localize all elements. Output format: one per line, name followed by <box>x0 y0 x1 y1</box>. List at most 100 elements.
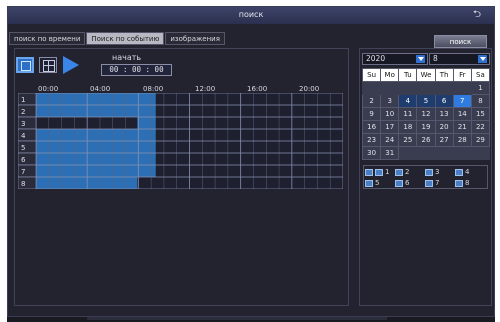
calendar-week: 9 10 11 12 13 14 15 <box>361 107 491 121</box>
calendar-empty <box>416 146 436 160</box>
checkbox-label: 4 <box>465 168 470 176</box>
channel-checkbox[interactable]: 3 <box>425 167 455 177</box>
calendar-day[interactable]: 25 <box>398 133 418 147</box>
title-bar: поиск ⮌ <box>8 7 494 24</box>
calendar-day[interactable]: 19 <box>416 120 436 134</box>
channel-number: 3 <box>21 120 25 128</box>
calendar-day[interactable]: 20 <box>434 120 454 134</box>
tab-images[interactable]: изображения <box>165 32 225 45</box>
calendar-day[interactable]: 31 <box>380 146 400 160</box>
calendar-day[interactable]: 7 <box>452 94 472 108</box>
checkbox-icon <box>365 179 373 187</box>
channel-checkbox[interactable]: 6 <box>395 178 425 188</box>
tab-event-search[interactable]: Поиск по событию <box>86 32 165 45</box>
channel-number: 6 <box>21 156 26 164</box>
calendar-week: 2345678 <box>361 94 491 108</box>
calendar-day[interactable]: 24 <box>380 133 400 147</box>
checkbox-label: 2 <box>405 168 410 176</box>
checkbox-icon <box>455 179 463 187</box>
channel-checkbox[interactable]: 4 <box>455 167 485 177</box>
calendar-day[interactable]: 11 <box>398 107 418 121</box>
calendar-day[interactable]: 2 <box>361 94 382 108</box>
channel-checkbox[interactable]: 8 <box>455 178 485 188</box>
calendar-day[interactable]: 30 <box>361 146 382 160</box>
checkbox-icon <box>425 179 433 187</box>
checkbox-label: 6 <box>405 179 410 187</box>
checkbox-icon <box>455 168 463 176</box>
calendar-day[interactable]: 29 <box>470 133 491 147</box>
recording-segment[interactable] <box>36 141 156 153</box>
weekday-label: Fr <box>452 68 472 82</box>
calendar-grid: Su Mo Tu We Th Fr Sa 1 2 3 4 5 6 7 8 9 10 11 12 13 14 15 16 17 1… <box>361 68 491 160</box>
channel-number: 2 <box>21 108 25 116</box>
calendar-week: 23 24 25 26 27 28 29 <box>361 133 491 147</box>
calendar-day[interactable]: 9 <box>361 107 382 121</box>
calendar-day[interactable]: 15 <box>470 107 491 121</box>
calendar-day[interactable]: 10 <box>380 107 400 121</box>
channel-checkbox[interactable]: 7 <box>425 178 455 188</box>
calendar-day[interactable]: 22 <box>470 120 491 134</box>
recording-segment[interactable] <box>36 129 156 141</box>
calendar-day[interactable]: 16 <box>361 120 382 134</box>
year-select[interactable]: 2020 <box>362 53 428 65</box>
search-button[interactable]: поиск <box>434 35 487 48</box>
chevron-down-icon <box>416 55 425 63</box>
month-select[interactable]: 8 <box>429 53 490 65</box>
checkbox-label: 1 <box>385 168 390 176</box>
recording-segment[interactable] <box>36 105 156 117</box>
checkbox-label: 8 <box>465 179 470 187</box>
calendar-day[interactable]: 4 <box>398 94 418 108</box>
checkbox-icon <box>425 168 433 176</box>
calendar-day[interactable]: 6 <box>434 94 454 108</box>
calendar-day[interactable]: 12 <box>416 107 436 121</box>
month-value: 8 <box>433 54 438 63</box>
checkbox-icon <box>375 168 383 176</box>
calendar-day[interactable]: 17 <box>380 120 400 134</box>
window-title: поиск <box>238 10 264 19</box>
channel-checkbox[interactable]: 1 <box>365 167 395 177</box>
calendar-day[interactable]: 14 <box>452 107 472 121</box>
weekday-label: Mo <box>380 68 400 82</box>
single-view-icon[interactable] <box>16 57 34 73</box>
calendar-day[interactable]: 23 <box>361 133 382 147</box>
recording-segment[interactable] <box>36 165 156 177</box>
weekday-label: Su <box>361 68 382 82</box>
calendar-day[interactable]: 18 <box>398 120 418 134</box>
calendar-empty <box>452 81 472 95</box>
return-icon[interactable]: ⮌ <box>470 10 484 20</box>
timeline-grid[interactable]: 1 2 3 4 5 6 7 8 <box>18 93 343 189</box>
weekday-label: Tu <box>398 68 418 82</box>
calendar-day[interactable]: 5 <box>416 94 436 108</box>
calendar-empty <box>380 81 400 95</box>
calendar-day[interactable]: 13 <box>434 107 454 121</box>
start-time-input[interactable]: 00 : 00 : 00 <box>101 64 172 76</box>
start-label: начать <box>112 53 142 62</box>
channel-number: 1 <box>21 96 25 104</box>
calendar-day[interactable]: 8 <box>470 94 491 108</box>
quad-view-icon[interactable] <box>39 57 57 73</box>
calendar-day[interactable]: 27 <box>434 133 454 147</box>
weekday-label: Th <box>434 68 454 82</box>
calendar-week: 30 31 <box>361 146 491 160</box>
recording-segment[interactable] <box>36 177 138 189</box>
calendar-day[interactable]: 21 <box>452 120 472 134</box>
channel-number: 5 <box>21 144 25 152</box>
calendar-day[interactable]: 1 <box>470 81 491 95</box>
recording-segment[interactable] <box>137 117 156 129</box>
tab-time-search[interactable]: поиск по времени <box>9 32 86 45</box>
recording-segment[interactable] <box>36 153 156 165</box>
weekday-header: Su Mo Tu We Th Fr Sa <box>361 68 491 82</box>
calendar-empty <box>452 146 472 160</box>
chevron-down-icon <box>478 55 487 63</box>
calendar-empty <box>398 81 418 95</box>
calendar-day[interactable]: 28 <box>452 133 472 147</box>
play-icon[interactable] <box>63 56 79 74</box>
recording-segment[interactable] <box>36 93 156 105</box>
calendar-day[interactable]: 3 <box>380 94 400 108</box>
channel-checkbox[interactable]: 2 <box>395 167 425 177</box>
calendar-day[interactable]: 26 <box>416 133 436 147</box>
channel-number: 8 <box>21 180 25 188</box>
calendar-week: 1 <box>361 81 491 95</box>
channel-checkbox[interactable]: 5 <box>365 178 395 188</box>
calendar-empty <box>398 146 418 160</box>
